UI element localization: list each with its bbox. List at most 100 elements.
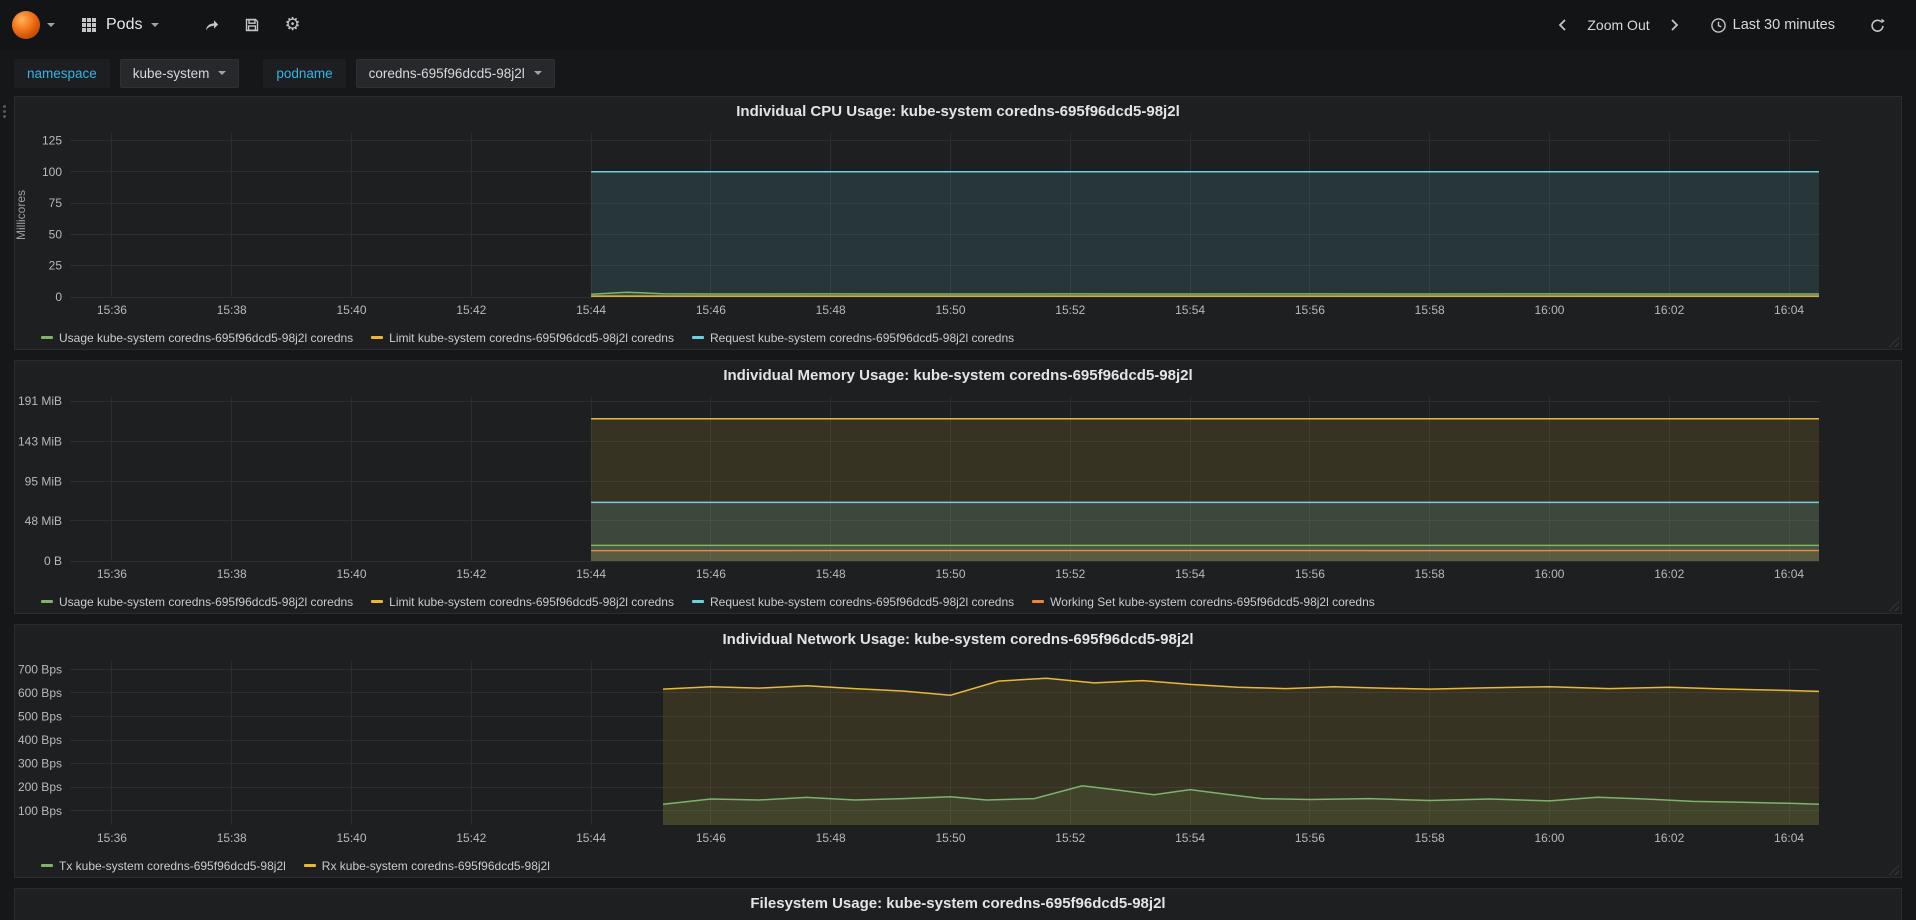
time-series-chart[interactable]: 0 25 50 75 100 125 15:36 15:38 15:40 15:42 15:44 15… — [15, 127, 1899, 323]
legend-series-icon — [691, 600, 704, 603]
y-axis-title: Millicores — [15, 190, 28, 240]
x-tick-label: 16:00 — [1534, 567, 1564, 581]
zoom-out-button[interactable]: Zoom Out — [1579, 11, 1657, 39]
x-tick-label: 16:00 — [1534, 303, 1564, 317]
x-tick-label: 15:36 — [97, 831, 127, 845]
x-tick-label: 15:52 — [1055, 831, 1085, 845]
refresh-button[interactable] — [1861, 11, 1894, 40]
y-tick-label: 100 Bps — [18, 804, 62, 818]
x-tick-label: 15:56 — [1295, 567, 1325, 581]
y-tick-label: 191 MiB — [18, 394, 62, 408]
panel-title[interactable]: Individual CPU Usage: kube-system coredn… — [15, 97, 1901, 127]
y-tick-label: 50 — [49, 227, 63, 241]
dashboard-picker-button[interactable]: Pods — [73, 10, 167, 40]
time-range-picker-button[interactable]: Last 30 minutes — [1702, 11, 1843, 40]
panel-title[interactable]: Filesystem Usage: kube-system coredns-69… — [15, 889, 1901, 919]
chevron-down-icon — [533, 71, 542, 75]
clock-icon — [1710, 17, 1726, 33]
save-icon — [246, 18, 259, 32]
dashboard-panel: Individual Network Usage: kube-system co… — [14, 624, 1902, 878]
y-tick-label: 48 MiB — [25, 514, 62, 528]
x-tick-label: 15:48 — [816, 303, 846, 317]
legend-item[interactable]: Request kube-system coredns-695f96dcd5-9… — [691, 594, 1015, 609]
refresh-icon — [1871, 18, 1885, 32]
zoom-out-label: Zoom Out — [1587, 17, 1650, 33]
x-tick-label: 15:54 — [1175, 831, 1205, 845]
chevron-right-icon — [1670, 19, 1678, 31]
legend-series-label: Tx kube-system coredns-695f96dcd5-98j2l — [59, 858, 286, 873]
share-icon — [206, 20, 219, 31]
gear-icon: ⚙ — [284, 14, 301, 35]
legend-series-icon — [41, 600, 53, 603]
legend-series-icon — [1032, 600, 1045, 603]
legend-item[interactable]: Tx kube-system coredns-695f96dcd5-98j2l — [41, 859, 286, 873]
y-tick-label: 0 B — [44, 554, 62, 568]
legend-series-label: Usage kube-system coredns-695f96dcd5-98j… — [59, 594, 354, 609]
variable-podname-dropdown[interactable]: coredns-695f96dcd5-98j2l — [355, 58, 555, 88]
x-tick-label: 15:52 — [1055, 567, 1085, 581]
template-variables-bar: namespace kube-system podname coredns-69… — [0, 50, 1916, 96]
x-tick-label: 15:38 — [217, 831, 247, 845]
dashboard-panel: Individual Memory Usage: kube-system cor… — [14, 360, 1902, 614]
x-tick-label: 15:46 — [696, 303, 726, 317]
x-tick-label: 15:56 — [1295, 303, 1325, 317]
legend-item[interactable]: Working Set kube-system coredns-695f96dc… — [1032, 595, 1375, 609]
x-tick-label: 15:58 — [1415, 567, 1445, 581]
x-tick-label: 15:44 — [576, 303, 606, 317]
x-tick-label: 15:46 — [696, 831, 726, 845]
legend-series-label: Working Set kube-system coredns-695f96dc… — [1050, 594, 1375, 609]
x-tick-label: 15:44 — [576, 831, 606, 845]
legend-item[interactable]: Usage kube-system coredns-695f96dcd5-98j… — [41, 331, 353, 345]
variable-namespace-dropdown[interactable]: kube-system — [119, 58, 240, 88]
legend-item[interactable]: Usage kube-system coredns-695f96dcd5-98j… — [41, 595, 353, 609]
y-tick-label: 300 Bps — [18, 757, 62, 771]
x-tick-label: 15:42 — [456, 831, 486, 845]
legend-item[interactable]: Limit kube-system coredns-695f96dcd5-98j… — [371, 595, 674, 609]
panel-title[interactable]: Individual Memory Usage: kube-system cor… — [15, 361, 1901, 391]
legend-item[interactable]: Limit kube-system coredns-695f96dcd5-98j… — [371, 331, 674, 345]
x-tick-label: 16:00 — [1534, 831, 1564, 845]
x-tick-label: 15:40 — [337, 303, 367, 317]
time-series-chart[interactable]: 100 Bps 200 Bps 300 Bps 400 Bps 500 Bps 600 B… — [15, 655, 1899, 851]
grafana-logo-button[interactable] — [12, 11, 55, 39]
variable-namespace: namespace kube-system — [14, 58, 240, 88]
x-tick-label: 15:46 — [696, 567, 726, 581]
legend-item[interactable]: Rx kube-system coredns-695f96dcd5-98j2l — [303, 859, 550, 873]
x-tick-label: 16:04 — [1774, 831, 1804, 845]
time-shift-forward-button[interactable] — [1662, 12, 1688, 38]
y-tick-label: 143 MiB — [18, 434, 62, 448]
legend-series-icon — [41, 336, 53, 339]
variable-podname-label: podname — [263, 58, 346, 88]
legend-series-icon — [691, 336, 704, 339]
x-tick-label: 16:04 — [1774, 303, 1804, 317]
x-tick-label: 15:40 — [337, 831, 367, 845]
panel-title[interactable]: Individual Network Usage: kube-system co… — [15, 625, 1901, 655]
legend-series-icon — [303, 864, 316, 867]
time-controls: Zoom Out Last 30 minutes — [1549, 11, 1894, 40]
row-drag-handle[interactable] — [3, 105, 11, 118]
variable-namespace-value: kube-system — [132, 65, 210, 81]
legend-item[interactable]: Request kube-system coredns-695f96dcd5-9… — [691, 330, 1015, 345]
x-tick-label: 15:50 — [935, 831, 965, 845]
series-fill — [591, 171, 1819, 297]
time-shift-back-button[interactable] — [1549, 12, 1575, 38]
variable-podname-value: coredns-695f96dcd5-98j2l — [368, 65, 525, 81]
y-tick-label: 600 Bps — [18, 686, 62, 700]
variable-namespace-label: namespace — [14, 58, 110, 88]
dashboard-panel: Individual CPU Usage: kube-system coredn… — [3, 96, 1902, 350]
share-dashboard-button[interactable] — [197, 13, 226, 37]
x-tick-label: 15:54 — [1175, 303, 1205, 317]
y-tick-label: 0 — [55, 290, 62, 304]
dashboard-panels: Individual CPU Usage: kube-system coredn… — [0, 96, 1916, 920]
x-tick-label: 15:58 — [1415, 831, 1445, 845]
legend-series-label: Request kube-system coredns-695f96dcd5-9… — [709, 330, 1015, 345]
x-tick-label: 15:50 — [935, 303, 965, 317]
chevron-left-icon — [1559, 19, 1567, 31]
x-tick-label: 15:42 — [456, 303, 486, 317]
dashboard-settings-button[interactable]: ⚙ — [278, 13, 306, 37]
legend-series-label: Request kube-system coredns-695f96dcd5-9… — [709, 594, 1015, 609]
save-dashboard-button[interactable] — [238, 13, 266, 37]
time-series-chart[interactable]: 0 B 48 MiB 95 MiB 143 MiB 191 MiB 15:36 15:38 1… — [15, 391, 1899, 587]
x-tick-label: 15:38 — [217, 567, 247, 581]
y-tick-label: 25 — [49, 259, 63, 273]
